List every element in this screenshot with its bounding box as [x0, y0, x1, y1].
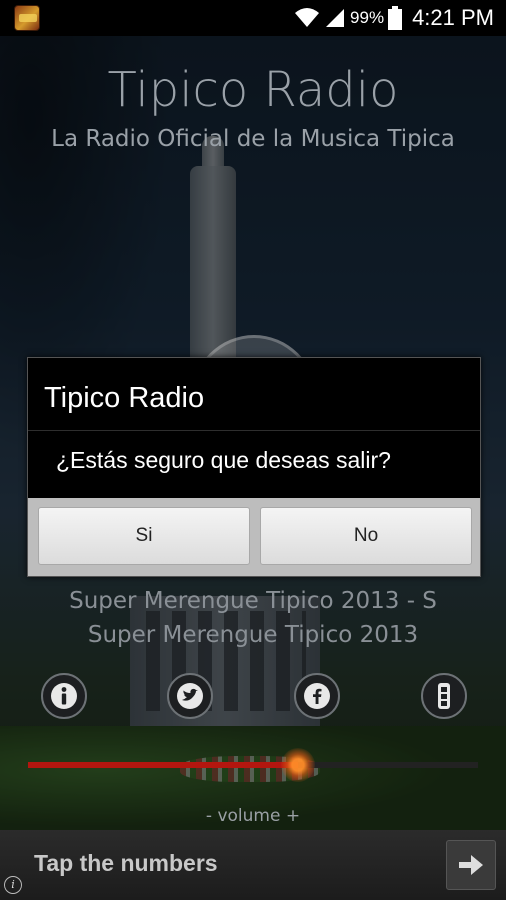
info-icon — [51, 683, 77, 709]
now-playing-line-1: Super Merengue Tipico 2013 - S — [69, 588, 437, 614]
wifi-icon — [295, 8, 320, 27]
ad-arrow-button[interactable] — [446, 840, 496, 890]
app-subtitle: La Radio Oficial de la Musica Tipica — [51, 126, 455, 152]
now-playing-line-2: Super Merengue Tipico 2013 — [87, 622, 419, 648]
volume-label: - volume + — [205, 806, 301, 826]
no-button[interactable]: No — [260, 507, 472, 565]
twitter-icon — [177, 683, 203, 709]
clock: 4:21 PM — [412, 5, 494, 30]
status-bar: 99% 4:21 PM — [0, 0, 506, 36]
battery-percent: 99% — [350, 8, 385, 27]
menu-icon — [438, 683, 450, 709]
yes-button[interactable]: Si — [38, 507, 250, 565]
facebook-icon — [304, 683, 330, 709]
arrow-right-icon — [459, 855, 483, 875]
app-notification-icon — [14, 5, 40, 31]
exit-confirm-dialog: Tipico Radio ¿Estás seguro que deseas sa… — [27, 357, 481, 577]
status-icons: 99% 4:21 PM — [294, 0, 494, 36]
signal-icon — [326, 9, 345, 27]
ad-text: Tap the numbers — [34, 850, 218, 876]
facebook-button[interactable] — [294, 673, 340, 719]
volume-slider-thumb[interactable] — [281, 748, 315, 782]
twitter-button[interactable] — [167, 673, 213, 719]
battery-icon — [388, 6, 403, 30]
volume-slider[interactable] — [28, 748, 478, 782]
dialog-title: Tipico Radio — [44, 382, 205, 414]
volume-slider-fill — [28, 762, 298, 768]
info-button[interactable] — [41, 673, 87, 719]
dialog-message: ¿Estás seguro que deseas salir? — [56, 447, 391, 473]
ad-info-icon[interactable]: i — [4, 876, 22, 894]
menu-button[interactable] — [421, 673, 467, 719]
dialog-button-bar: Si No — [28, 498, 480, 576]
app-title: Tipico Radio — [107, 62, 399, 118]
ad-banner[interactable]: Tap the numbers i — [0, 830, 506, 900]
dialog-divider — [28, 430, 480, 431]
